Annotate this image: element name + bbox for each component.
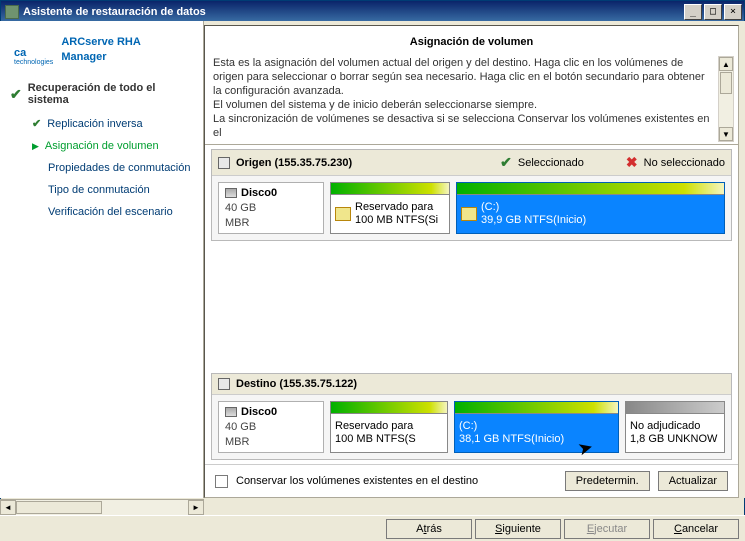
x-icon: ✖ <box>626 154 638 171</box>
scroll-thumb-h[interactable] <box>16 501 102 514</box>
content-panel: Asignación de volumen Esta es la asignac… <box>204 25 739 498</box>
step-scenario-verify[interactable]: Verificación del escenario <box>30 201 203 223</box>
step-volume-assignment[interactable]: Asignación de volumen <box>30 135 203 157</box>
dest-volume-unallocated[interactable]: No adjudicado1,8 GB UNKNOW <box>625 401 725 453</box>
preserve-volumes-checkbox[interactable] <box>215 475 228 488</box>
sidebar: ca technologies ARCserve RHA Manager ✔ R… <box>0 21 204 498</box>
next-button[interactable]: Siguiente <box>475 519 561 539</box>
dest-volume-reserved[interactable]: Reservado para100 MB NTFS(S <box>330 401 448 453</box>
wizard-buttons: Atrás Siguiente Ejecutar Cancelar <box>0 515 745 541</box>
ca-logo: ca technologies <box>14 31 53 66</box>
dest-server-icon <box>218 378 230 390</box>
dest-volume-c[interactable]: (C:)38,1 GB NTFS(Inicio) <box>454 401 619 453</box>
titlebar[interactable]: Asistente de restauración de datos _ □ × <box>1 1 744 22</box>
scroll-thumb[interactable] <box>720 72 732 94</box>
run-button[interactable]: Ejecutar <box>564 519 650 539</box>
step-switchover-type[interactable]: Tipo de conmutación <box>30 179 203 201</box>
source-volume-reserved[interactable]: Reservado para100 MB NTFS(Si <box>330 182 450 234</box>
source-group: Origen (155.35.75.230) ✔ Seleccionado ✖ … <box>211 149 732 241</box>
logo-row: ca technologies ARCserve RHA Manager <box>0 21 203 72</box>
dest-disk-row: Disco0 40 GB MBR Reservado para100 MB NT… <box>212 395 731 459</box>
source-server-icon <box>218 157 230 169</box>
disk-icon <box>225 188 237 198</box>
dest-disk-info[interactable]: Disco0 40 GB MBR <box>218 401 324 453</box>
volume-icon <box>335 207 351 221</box>
minimize-button[interactable]: _ <box>684 4 702 20</box>
description-scrollbar[interactable]: ▲ ▼ <box>718 56 734 142</box>
source-disk-info[interactable]: Disco0 40 GB MBR <box>218 182 324 234</box>
description-box: Esta es la asignación del volumen actual… <box>205 56 738 144</box>
scroll-left-arrow[interactable]: ◄ <box>0 500 16 515</box>
source-disk-row: Disco0 40 GB MBR Reservado para100 MB NT… <box>212 176 731 240</box>
checkmark-icon: ✔ <box>500 154 512 171</box>
sidebar-scrollbar[interactable]: ◄ ► <box>0 499 204 515</box>
app-icon <box>5 5 19 19</box>
step-list: Replicación inversa Asignación de volume… <box>0 112 203 223</box>
update-button[interactable]: Actualizar <box>658 471 728 491</box>
legend-selected-label: Seleccionado <box>518 157 584 169</box>
source-volume-c[interactable]: (C:)39,9 GB NTFS(Inicio) <box>456 182 725 234</box>
close-button[interactable]: × <box>724 4 742 20</box>
preserve-volumes-label: Conservar los volúmenes existentes en el… <box>236 475 478 487</box>
maximize-button[interactable]: □ <box>704 4 722 20</box>
panel-footer: Conservar los volúmenes existentes en el… <box>205 464 738 497</box>
wizard-section-title: ✔ Recuperación de todo el sistema <box>0 72 203 112</box>
legend: ✔ Seleccionado ✖ No seleccionado <box>500 154 725 171</box>
description-text: Esta es la asignación del volumen actual… <box>213 56 730 140</box>
volume-icon <box>461 207 477 221</box>
cancel-button[interactable]: Cancelar <box>653 519 739 539</box>
legend-unselected-label: No seleccionado <box>644 157 725 169</box>
back-button[interactable]: Atrás <box>386 519 472 539</box>
scroll-down-arrow[interactable]: ▼ <box>719 127 733 141</box>
step-switchover-props[interactable]: Propiedades de conmutación <box>30 157 203 179</box>
scroll-right-arrow[interactable]: ► <box>188 500 204 515</box>
scroll-up-arrow[interactable]: ▲ <box>719 57 733 71</box>
checkmark-icon: ✔ <box>10 86 22 103</box>
dest-label: Destino (155.35.75.122) <box>236 378 357 390</box>
product-name: ARCserve RHA Manager <box>61 34 140 64</box>
page-title: Asignación de volumen <box>205 26 738 56</box>
default-button[interactable]: Predetermin. <box>565 471 650 491</box>
window-title: Asistente de restauración de datos <box>23 6 682 18</box>
step-replication[interactable]: Replicación inversa <box>30 112 203 135</box>
destination-group: Destino (155.35.75.122) Disco0 40 GB MBR… <box>211 373 732 460</box>
source-label: Origen (155.35.75.230) <box>236 157 352 169</box>
disk-icon <box>225 407 237 417</box>
